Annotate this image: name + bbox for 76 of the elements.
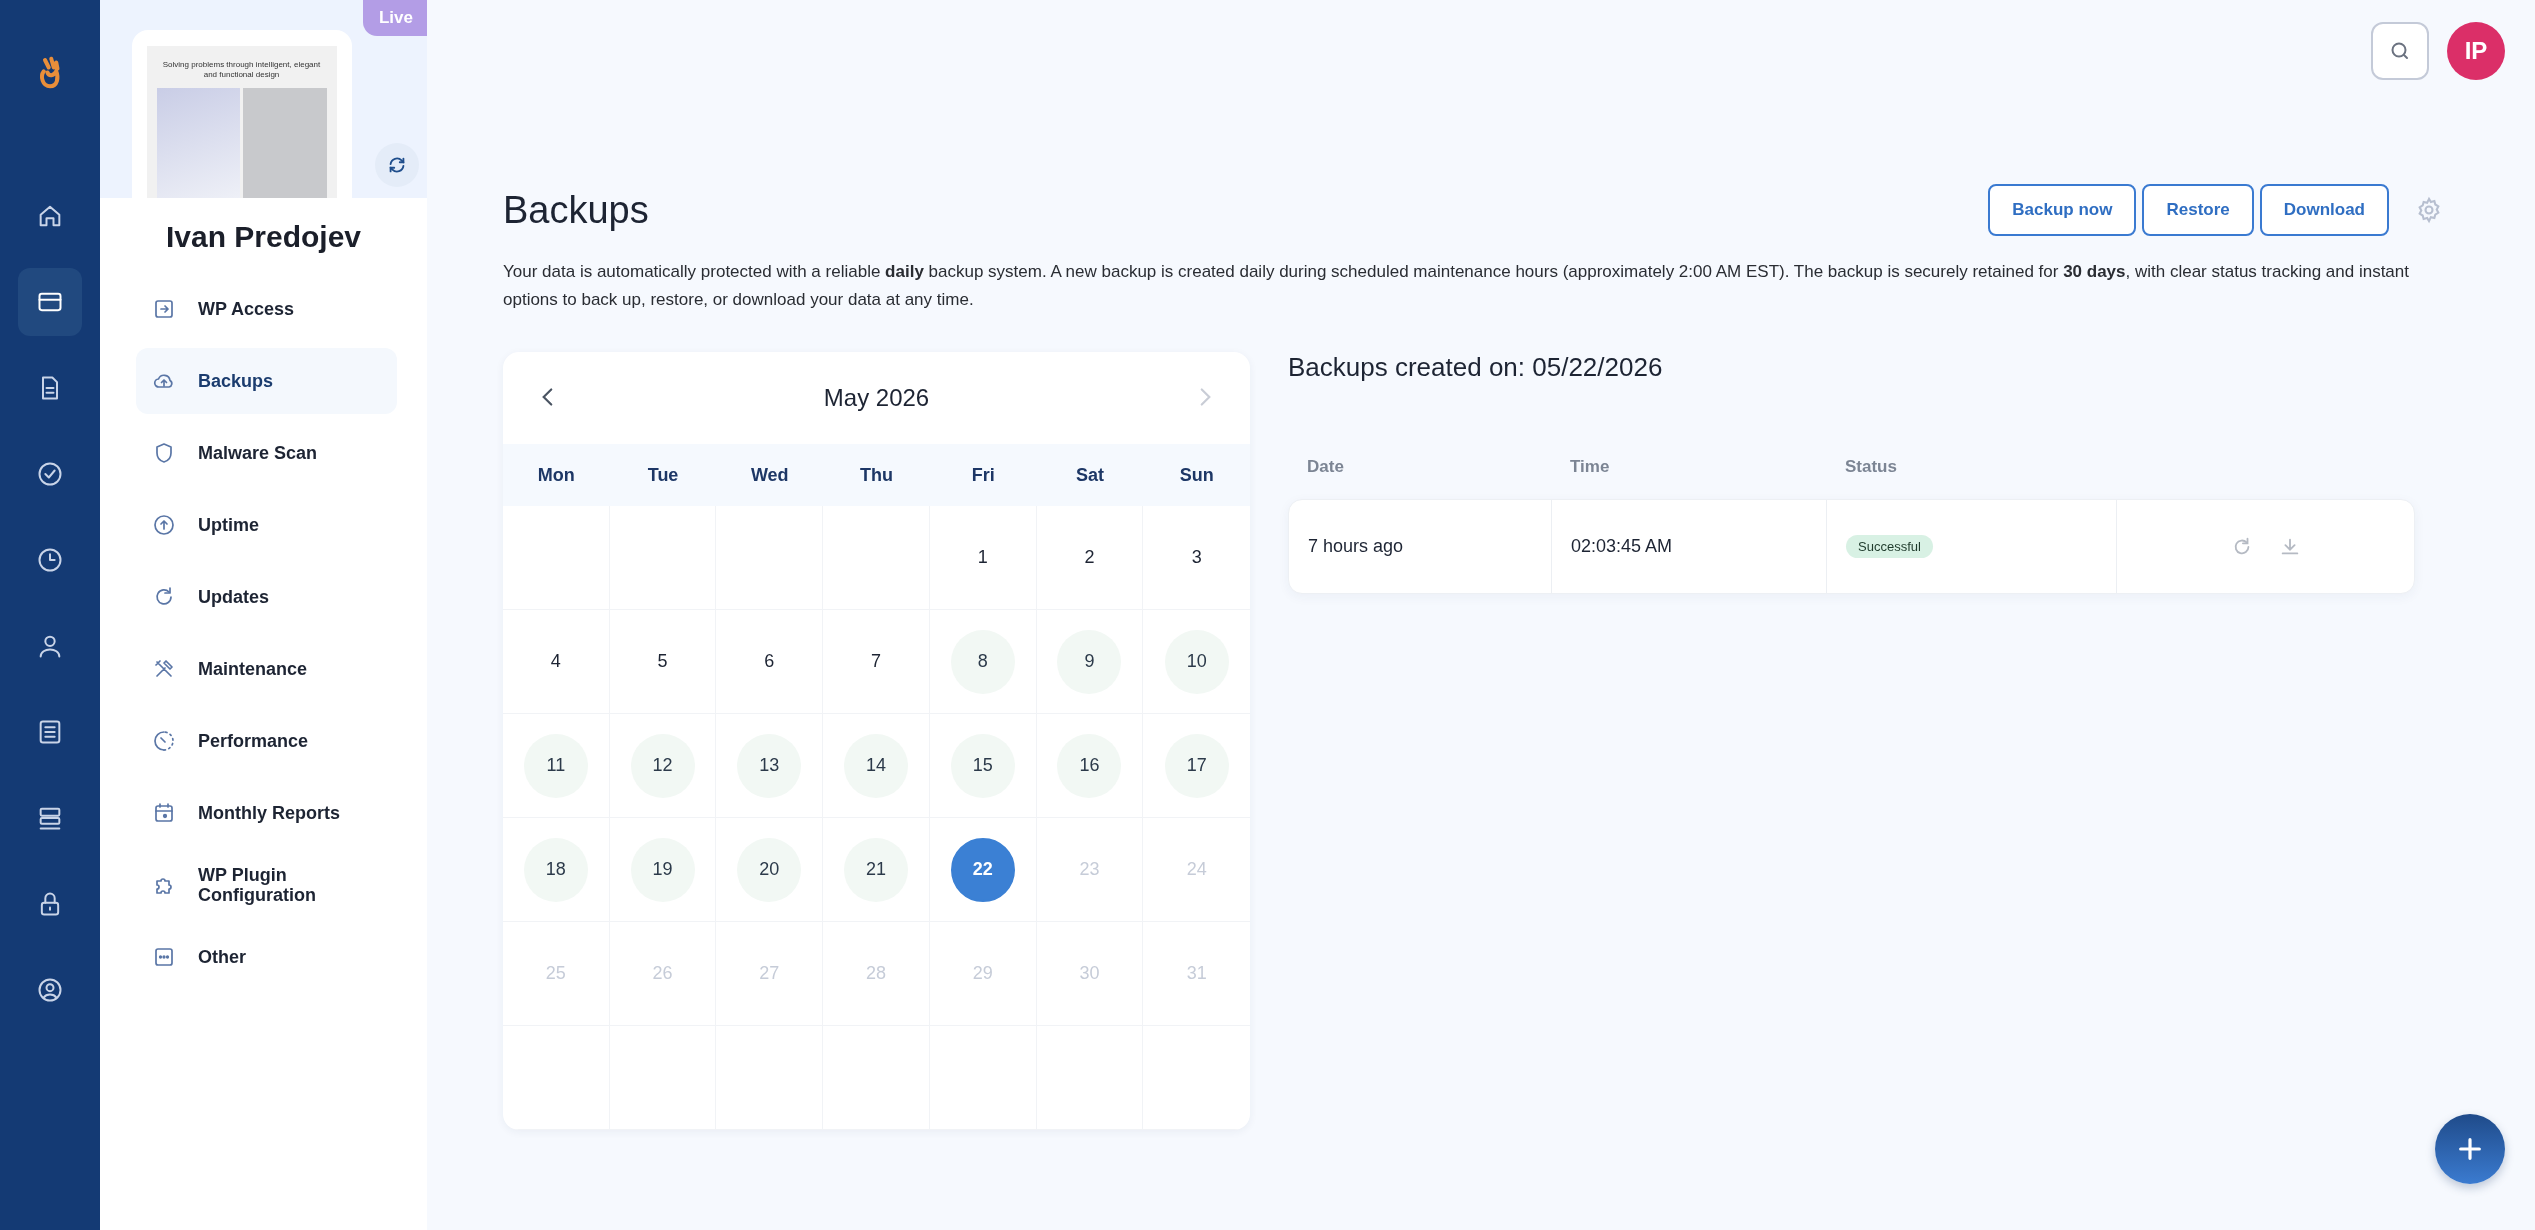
weekday-label: Tue [646,464,680,486]
dots-square-icon [152,945,176,969]
calendar-day[interactable]: 3 [1164,525,1229,590]
calendar-day: 28 [844,941,908,1006]
calendar-day[interactable]: 21 [844,837,908,902]
calendar-day[interactable]: 15 [950,733,1015,798]
user-circle-icon [36,976,64,1004]
calendar-day[interactable]: 11 [523,733,588,798]
sidebar-menu-item[interactable]: Uptime [136,492,397,558]
sidebar-menu-item[interactable]: Other [136,924,397,990]
weekday-label: Sat [1074,464,1105,486]
calendar-day[interactable]: 10 [1164,629,1229,694]
preview-headline: Solving problems through intelligent, elegant and functional design [162,60,321,80]
calendar-day: 23 [1057,837,1122,902]
calendar-day[interactable]: 19 [630,837,695,902]
weekday-label: Wed [749,464,790,486]
arrow-up-circle-icon [152,513,176,537]
calendar-day[interactable]: 18 [523,837,588,902]
time-cell: 02:03:45 AM [1571,536,1673,557]
calendar-day[interactable]: 7 [844,629,908,694]
page-title: Backups [503,188,649,232]
backups-date-heading: Backups created on: 05/22/2026 [1288,352,1664,383]
sidebar-menu-item[interactable]: Maintenance [136,636,397,702]
refresh-preview-button[interactable] [375,143,419,187]
sidebar-menu-item[interactable]: Monthly Reports [136,780,397,846]
calendar-day[interactable]: 5 [630,629,695,694]
weekday-label: Sun [1178,464,1215,486]
sidebar-menu-item[interactable]: WP Access [136,276,397,342]
calendar-day: 24 [1164,837,1229,902]
calendar-day[interactable]: 22 [950,837,1015,902]
sidebar-menu-item[interactable]: Updates [136,564,397,630]
calendar-day: 29 [950,941,1015,1006]
column-header: Time [1570,457,1611,477]
add-button[interactable] [2435,1114,2505,1184]
calendar-day[interactable]: 1 [950,525,1015,590]
sidebar-menu-item[interactable]: Malware Scan [136,420,397,486]
calendar-day: 26 [630,941,695,1006]
calendar-day[interactable]: 9 [1057,629,1122,694]
date-cell: 7 hours ago [1308,536,1404,557]
clock-icon [36,546,64,574]
backup-description: Your data is automatically protected with a reliable daily backup system. A new backup is created daily during scheduled maintenance hours (approximately 2:00 AM EST). The backup is securely retained for 30 days, with clear status tracking and instant options to back up, restore, or download your data at any time. [503,261,2410,311]
user-avatar[interactable]: IP [2447,22,2505,80]
calendar-day: 30 [1057,941,1122,1006]
calendar-day[interactable]: 20 [737,837,802,902]
action-button[interactable]: Restore [2142,184,2254,236]
calendar-icon [152,801,176,825]
calendar-day[interactable]: 8 [950,629,1015,694]
action-button[interactable]: Download [2259,184,2389,236]
calendar-day[interactable]: 4 [523,629,588,694]
site-owner-name: Ivan Predojev [164,220,363,254]
calendar-day[interactable]: 16 [1057,733,1122,798]
calendar-day[interactable]: 6 [737,629,802,694]
weekday-label: Mon [536,464,576,486]
status-badge: Successful [1846,535,1933,558]
rail-nav-button[interactable] [18,268,82,336]
search-button[interactable] [2371,22,2429,80]
calendar-day: 25 [523,941,588,1006]
column-header: Date [1307,457,1345,477]
sidebar-menu-item[interactable]: WP Plugin Configuration [136,852,397,918]
weekday-label: Fri [970,464,996,486]
calendar-day[interactable]: 14 [844,733,908,798]
calendar-day[interactable]: 2 [1057,525,1122,590]
sidebar-menu-item[interactable]: Performance [136,708,397,774]
weekday-label: Thu [859,464,894,486]
calendar-day[interactable]: 13 [737,733,802,798]
live-badge: Live [362,0,427,36]
calendar-day[interactable]: 17 [1164,733,1229,798]
calendar-day[interactable]: 12 [630,733,695,798]
sidebar-menu-item[interactable]: Backups [136,348,397,414]
calendar-day: 31 [1164,941,1229,1006]
month-label: May 2026 [823,384,930,412]
column-header: Status [1845,457,1898,477]
action-button[interactable]: Backup now [1988,184,2137,236]
calendar-day: 27 [737,941,802,1006]
gauge-icon [152,729,176,753]
check-circle-icon [36,460,64,488]
